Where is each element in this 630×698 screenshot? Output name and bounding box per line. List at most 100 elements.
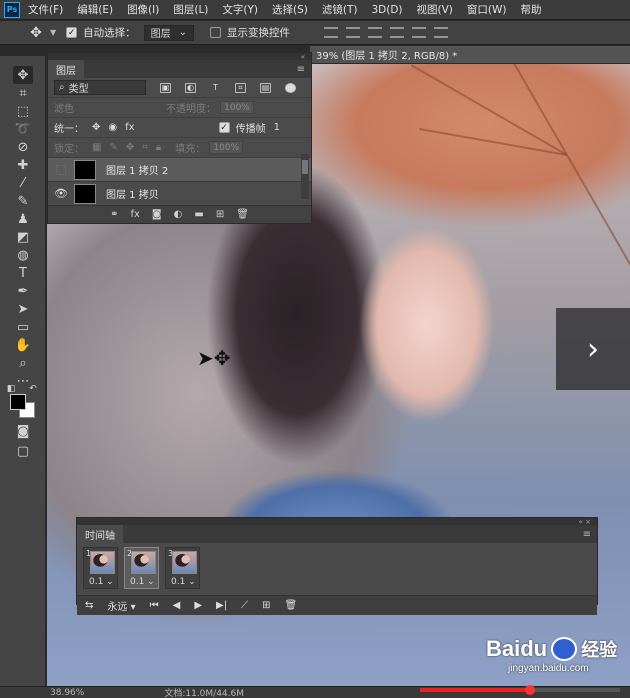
menu-type[interactable]: 文字(Y) bbox=[222, 2, 258, 17]
visibility-toggle[interactable] bbox=[48, 164, 74, 175]
tab-timeline[interactable]: 时间轴 bbox=[77, 525, 123, 543]
filter-type-icon[interactable]: T bbox=[210, 83, 221, 93]
filter-adjustment-icon[interactable]: ◐ bbox=[185, 82, 196, 93]
menu-select[interactable]: 选择(S) bbox=[272, 2, 308, 17]
quick-select-tool-icon[interactable]: ⊘ bbox=[13, 138, 33, 156]
zoom-tool-icon[interactable]: ⌕ bbox=[13, 354, 33, 372]
text-tool-icon[interactable]: T bbox=[13, 264, 33, 282]
path-select-tool-icon[interactable]: ➤ bbox=[13, 300, 33, 318]
menu-view[interactable]: 视图(V) bbox=[417, 2, 453, 17]
crop-tool-icon[interactable]: ⌗ bbox=[13, 84, 33, 102]
duplicate-frame-icon[interactable]: ⊞ bbox=[262, 600, 270, 611]
rectangle-tool-icon[interactable]: ▭ bbox=[13, 318, 33, 336]
blend-mode-dropdown[interactable]: 滤色 bbox=[54, 100, 166, 115]
quick-mask-icon[interactable]: ◙ bbox=[13, 422, 33, 440]
play-icon[interactable]: ▶ bbox=[194, 600, 202, 611]
panel-collapse-bar[interactable]: « bbox=[48, 53, 311, 61]
tab-layers[interactable]: 图层 bbox=[48, 60, 84, 78]
first-frame-icon[interactable]: ⏮ bbox=[150, 600, 159, 611]
align-top-icon[interactable] bbox=[324, 27, 339, 38]
animation-frame[interactable]: 1 0.1 ⌄ bbox=[83, 547, 118, 589]
convert-timeline-icon[interactable]: ⇆ bbox=[85, 600, 93, 611]
move-tool-icon[interactable]: ✥ bbox=[13, 66, 33, 84]
menu-window[interactable]: 窗口(W) bbox=[467, 2, 507, 17]
next-frame-icon[interactable]: ▶| bbox=[216, 600, 227, 611]
unify-style-icon[interactable]: fx bbox=[125, 122, 134, 133]
auto-select-target-dropdown[interactable]: 图层 ⌄ bbox=[143, 24, 195, 41]
loop-options-dropdown[interactable]: 永远 ▾ bbox=[107, 598, 135, 613]
new-layer-icon[interactable]: ⊞ bbox=[216, 209, 224, 220]
panel-collapse-bar[interactable]: « × bbox=[77, 518, 597, 526]
tool-preset-chevron-down-icon[interactable]: ▼ bbox=[50, 28, 56, 37]
filter-smart-object-icon[interactable]: ▤ bbox=[260, 82, 271, 93]
frame-duration-dropdown[interactable]: 0.1 ⌄ bbox=[89, 577, 114, 587]
eraser-tool-icon[interactable]: ◩ bbox=[13, 228, 33, 246]
tween-icon[interactable]: ⟋ bbox=[241, 600, 248, 611]
delete-layer-icon[interactable]: 🗑︎ bbox=[236, 209, 249, 220]
align-bottom-icon[interactable] bbox=[368, 27, 383, 38]
lock-artboard-icon[interactable]: ⌗ bbox=[142, 142, 148, 153]
panel-menu-icon[interactable]: ≡ bbox=[297, 64, 305, 75]
menu-help[interactable]: 帮助 bbox=[521, 2, 542, 17]
hand-tool-icon[interactable]: ✋ bbox=[13, 336, 33, 354]
zoom-level[interactable]: 38.96% bbox=[50, 688, 84, 698]
frame-duration-dropdown[interactable]: 0.1 ⌄ bbox=[171, 577, 196, 587]
lasso-tool-icon[interactable]: ➰ bbox=[13, 120, 33, 138]
panel-menu-icon[interactable]: ≡ bbox=[583, 529, 591, 540]
lock-position-icon[interactable]: ✥ bbox=[126, 142, 134, 153]
align-hcenter-icon[interactable] bbox=[412, 27, 427, 38]
fill-field[interactable]: 100% bbox=[209, 141, 244, 154]
align-right-icon[interactable] bbox=[434, 27, 449, 38]
layer-style-icon[interactable]: fx bbox=[130, 209, 139, 220]
bucket-tool-icon[interactable]: ◍ bbox=[13, 246, 33, 264]
foreground-color-swatch[interactable] bbox=[10, 394, 26, 410]
stamp-tool-icon[interactable]: ♟ bbox=[13, 210, 33, 228]
show-transform-checkbox[interactable] bbox=[210, 27, 222, 38]
delete-frame-icon[interactable]: 🗑︎ bbox=[284, 600, 297, 611]
document-tab[interactable]: 39% (图层 1 拷贝 2, RGB/8) * bbox=[310, 46, 630, 64]
unify-visibility-icon[interactable]: ◉ bbox=[108, 122, 117, 133]
healing-brush-tool-icon[interactable]: ✚ bbox=[13, 156, 33, 174]
screen-mode-icon[interactable]: ▢ bbox=[13, 442, 33, 460]
eyedropper-tool-icon[interactable]: ⁄ bbox=[13, 174, 33, 192]
new-group-icon[interactable]: ▬ bbox=[194, 209, 203, 220]
layer-row[interactable]: 图层 1 拷贝 2 bbox=[48, 158, 311, 182]
video-progress-bar[interactable] bbox=[420, 688, 620, 692]
menu-layer[interactable]: 图层(L) bbox=[173, 2, 208, 17]
filter-toggle-icon[interactable] bbox=[285, 82, 296, 93]
swap-colors-icon[interactable]: ↶ bbox=[28, 380, 38, 398]
menu-3d[interactable]: 3D(D) bbox=[371, 4, 402, 16]
menu-file[interactable]: 文件(F) bbox=[28, 2, 63, 17]
layers-scrollbar[interactable] bbox=[301, 154, 309, 199]
menu-filter[interactable]: 滤镜(T) bbox=[322, 2, 358, 17]
lock-paint-icon[interactable]: ✎ bbox=[109, 142, 117, 153]
propagate-checkbox[interactable]: ✓ bbox=[218, 122, 230, 133]
frame-duration-dropdown[interactable]: 0.1 ⌄ bbox=[130, 577, 155, 587]
adjustment-layer-icon[interactable]: ◐ bbox=[174, 209, 183, 220]
align-vcenter-icon[interactable] bbox=[346, 27, 361, 38]
opacity-field[interactable]: 100% bbox=[220, 101, 254, 114]
lock-all-icon[interactable]: 🔒︎ bbox=[156, 142, 161, 153]
move-tool-icon[interactable]: ✥ bbox=[26, 25, 46, 41]
filter-shape-icon[interactable]: ⌗ bbox=[235, 82, 246, 93]
layer-filter-dropdown[interactable]: ⌕ 类型 bbox=[54, 80, 146, 95]
filter-pixel-icon[interactable]: ▣ bbox=[160, 82, 171, 93]
eye-icon[interactable]: 👁︎ bbox=[48, 187, 74, 200]
video-progress-handle[interactable] bbox=[525, 685, 535, 695]
marquee-tool-icon[interactable]: ⬚ bbox=[13, 102, 33, 120]
unify-position-icon[interactable]: ✥ bbox=[92, 122, 100, 133]
next-arrow-button[interactable]: › bbox=[556, 308, 630, 390]
menu-image[interactable]: 图像(I) bbox=[127, 2, 159, 17]
pen-tool-icon[interactable]: ✒ bbox=[13, 282, 33, 300]
brush-tool-icon[interactable]: ✎ bbox=[13, 192, 33, 210]
link-layers-icon[interactable]: ⚭ bbox=[110, 209, 118, 220]
menu-edit[interactable]: 编辑(E) bbox=[77, 2, 113, 17]
lock-pixels-icon[interactable]: ▦ bbox=[92, 142, 101, 153]
previous-frame-icon[interactable]: ◀ bbox=[173, 600, 181, 611]
layer-row[interactable]: 👁︎ 图层 1 拷贝 bbox=[48, 182, 311, 206]
auto-select-checkbox[interactable]: ✓ bbox=[66, 27, 78, 38]
animation-frame[interactable]: 3 0.1 ⌄ bbox=[165, 547, 200, 589]
align-left-icon[interactable] bbox=[390, 27, 405, 38]
animation-frame[interactable]: 2 0.1 ⌄ bbox=[124, 547, 159, 589]
add-mask-icon[interactable]: ◙ bbox=[152, 209, 162, 220]
